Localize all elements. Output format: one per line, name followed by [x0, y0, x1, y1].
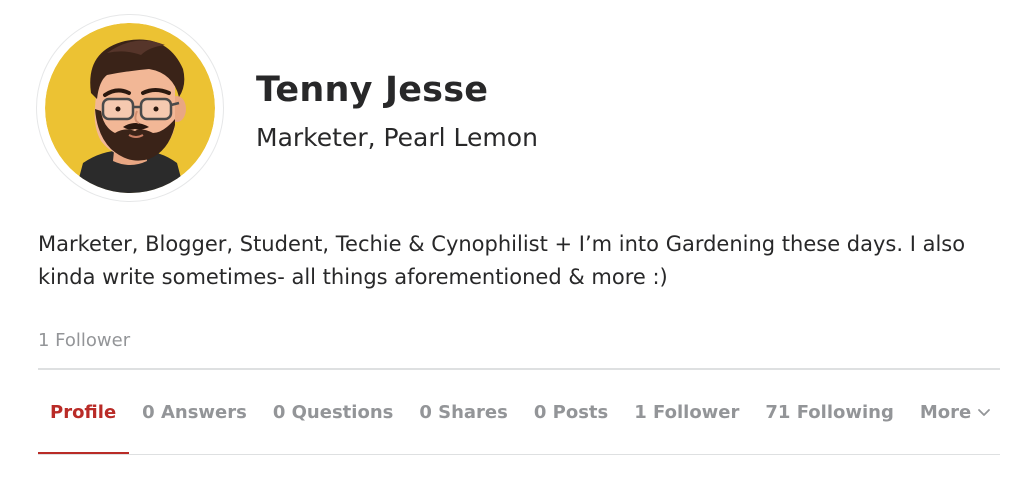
- tab-label: More: [919, 401, 972, 423]
- tab-label: Profile: [50, 401, 117, 423]
- tab-followers[interactable]: 1 Follower: [621, 370, 752, 454]
- tab-label: 0 Answers: [142, 401, 247, 423]
- tabs-divider-bottom: [38, 454, 1000, 455]
- profile-tabs: Profile 0 Answers 0 Questions 0 Shares 0…: [38, 370, 1000, 455]
- avatar[interactable]: [45, 23, 215, 193]
- tab-label: 0 Shares: [419, 401, 508, 423]
- profile-name: Tenny Jesse: [256, 70, 489, 110]
- tab-following[interactable]: 71 Following: [752, 370, 906, 454]
- tab-answers[interactable]: 0 Answers: [129, 370, 260, 454]
- tab-shares[interactable]: 0 Shares: [406, 370, 521, 454]
- tab-profile[interactable]: Profile: [38, 370, 130, 455]
- chevron-down-icon: [978, 409, 991, 416]
- tab-label: 0 Questions: [272, 401, 394, 423]
- tab-label: 71 Following: [765, 401, 894, 423]
- tab-more[interactable]: More: [907, 370, 1004, 454]
- tab-label: 0 Posts: [533, 401, 609, 423]
- tab-posts[interactable]: 0 Posts: [521, 370, 621, 454]
- profile-credential: Marketer, Pearl Lemon: [256, 123, 538, 152]
- followers-count[interactable]: 1 Follower: [38, 330, 130, 351]
- tab-label: 1 Follower: [634, 401, 740, 423]
- avatar-frame[interactable]: [36, 14, 224, 202]
- tab-questions[interactable]: 0 Questions: [260, 370, 407, 454]
- profile-bio: Marketer, Blogger, Student, Techie & Cyn…: [38, 232, 966, 289]
